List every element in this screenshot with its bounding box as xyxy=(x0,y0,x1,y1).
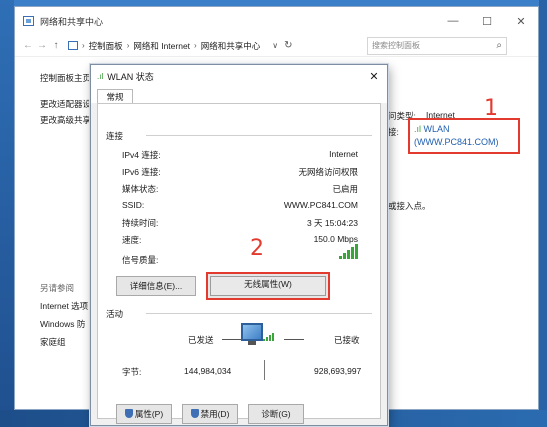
desktop-right-edge xyxy=(539,0,547,427)
status-row-speed: 速度: 150.0 Mbps xyxy=(122,234,358,246)
control-panel-icon xyxy=(68,41,78,50)
router-text-fragment: 或接入点。 xyxy=(388,201,431,211)
bytes-sent-value: 144,984,034 xyxy=(184,366,232,376)
disable-label: 禁用(D) xyxy=(200,409,230,419)
close-window-button[interactable]: ✕ xyxy=(504,15,538,28)
up-arrow-icon[interactable]: ↑ xyxy=(49,40,63,51)
desktop-left-edge xyxy=(0,0,14,427)
wireless-properties-button[interactable]: 无线属性(W) xyxy=(206,272,330,300)
sent-label: 已发送 xyxy=(188,335,214,345)
row-value: 3 天 15:04:23 xyxy=(306,218,358,228)
see-also-heading: 另请参阅 xyxy=(40,283,75,293)
shield-icon xyxy=(190,409,199,418)
wlan-status-dialog: .ıl WLAN 状态 ✕ 常规 连接 IPv4 连接: Internet IP… xyxy=(90,64,388,426)
dialog-close-button[interactable]: ✕ xyxy=(361,70,387,83)
diagnose-button[interactable]: 诊断(G) xyxy=(248,404,304,424)
row-label: 媒体状态: xyxy=(122,184,159,194)
connection-section-header: 连接 xyxy=(106,131,124,141)
window-title: 网络和共享中心 xyxy=(40,16,104,27)
breadcrumb-network-internet[interactable]: 网络和 Internet xyxy=(133,40,190,52)
shield-icon xyxy=(124,409,133,418)
status-row-media: 媒体状态: 已启用 xyxy=(122,183,358,195)
received-dash xyxy=(284,339,304,340)
properties-button[interactable]: 属性(P) xyxy=(116,404,172,424)
row-label: IPv6 连接: xyxy=(122,167,161,177)
dialog-titlebar: .ıl WLAN 状态 ✕ xyxy=(91,65,387,87)
signal-quality-row: 信号质量: xyxy=(122,254,158,266)
chevron-down-icon[interactable]: ∨ xyxy=(272,41,278,50)
network-center-icon xyxy=(23,16,34,26)
section-divider xyxy=(146,135,372,136)
row-label: 持续时间: xyxy=(122,218,159,228)
wireless-properties-label: 无线属性(W) xyxy=(210,276,326,296)
mini-signal-icon xyxy=(263,333,274,341)
sent-dash xyxy=(222,339,242,340)
row-value: 已启用 xyxy=(332,184,358,194)
network-computer-icon xyxy=(241,323,263,341)
address-bar: ← → ↑ › 控制面板 › 网络和 Internet › 网络和共享中心 ∨ … xyxy=(15,35,538,57)
breadcrumb-separator-icon: › xyxy=(82,41,85,50)
dialog-title: WLAN 状态 xyxy=(107,71,154,82)
breadcrumb[interactable]: › 控制面板 › 网络和 Internet › 网络和共享中心 ∨ ↻ xyxy=(67,36,357,55)
link-control-panel-home[interactable]: 控制面板主页 xyxy=(40,72,91,84)
status-row-ssid: SSID: WWW.PC841.COM xyxy=(122,200,358,210)
signal-quality-label: 信号质量: xyxy=(122,255,159,265)
minimize-button[interactable]: — xyxy=(436,15,470,28)
dialog-tabs: 常规 xyxy=(91,87,387,105)
activity-section-header: 活动 xyxy=(106,309,124,319)
window-titlebar: 网络和共享中心 — ☐ ✕ xyxy=(15,7,538,35)
annotation-number-2: 2 xyxy=(250,236,264,261)
row-label: IPv4 连接: xyxy=(122,150,161,160)
status-row-ipv6: IPv6 连接: 无网络访问权限 xyxy=(122,166,358,178)
bytes-label: 字节: xyxy=(122,367,142,377)
link-internet-options[interactable]: Internet 选项 xyxy=(40,300,88,312)
link-windows-firewall[interactable]: Windows 防 xyxy=(40,318,85,330)
status-row-ipv4: IPv4 连接: Internet xyxy=(122,149,358,161)
wifi-signal-icon: .ıl xyxy=(97,71,104,81)
maximize-button[interactable]: ☐ xyxy=(470,15,504,28)
search-input[interactable]: 搜索控制面板 ⌕ xyxy=(367,36,507,55)
breadcrumb-separator-icon: › xyxy=(194,41,197,50)
disable-button[interactable]: 禁用(D) xyxy=(182,404,238,424)
forward-arrow-icon[interactable]: → xyxy=(35,40,49,51)
link-change-advanced-sharing[interactable]: 更改高级共享 xyxy=(40,114,91,126)
breadcrumb-control-panel[interactable]: 控制面板 xyxy=(89,40,123,52)
details-button[interactable]: 详细信息(E)... xyxy=(116,276,196,296)
received-label: 已接收 xyxy=(334,335,360,345)
search-icon[interactable]: ⌕ xyxy=(496,40,502,51)
row-value: WWW.PC841.COM xyxy=(283,200,358,210)
link-change-adapter[interactable]: 更改适配器设 xyxy=(40,98,91,110)
row-label: 速度: xyxy=(122,235,142,245)
breadcrumb-separator-icon: › xyxy=(126,41,130,50)
status-row-duration: 持续时间: 3 天 15:04:23 xyxy=(122,217,358,229)
activity-divider xyxy=(264,360,265,380)
annotation-box-1 xyxy=(408,118,520,154)
row-label: SSID: xyxy=(122,200,145,210)
back-arrow-icon[interactable]: ← xyxy=(21,40,35,51)
annotation-number-1: 1 xyxy=(484,96,498,121)
row-value: 无网络访问权限 xyxy=(298,167,358,177)
bytes-received-value: 928,693,997 xyxy=(314,366,362,376)
refresh-icon[interactable]: ↻ xyxy=(284,40,292,51)
section-divider xyxy=(146,313,372,314)
breadcrumb-sharing-center[interactable]: 网络和共享中心 xyxy=(201,40,261,52)
signal-quality-icon xyxy=(339,244,358,259)
connections-label: 接: xyxy=(388,127,399,137)
link-homegroup[interactable]: 家庭组 xyxy=(40,336,66,348)
monitor-stand xyxy=(248,341,256,345)
general-panel: 连接 IPv4 连接: Internet IPv6 连接: 无网络访问权限 媒体… xyxy=(97,103,381,424)
search-placeholder: 搜索控制面板 xyxy=(372,41,420,50)
row-value: Internet xyxy=(329,149,358,159)
properties-label: 属性(P) xyxy=(134,409,164,419)
